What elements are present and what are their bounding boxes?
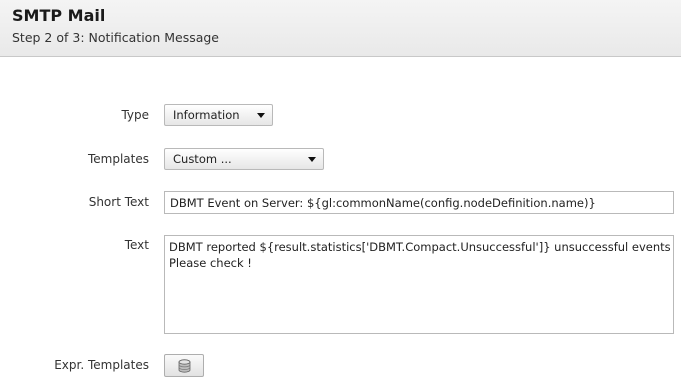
chevron-down-icon <box>257 113 265 118</box>
templates-select-value: Custom ... <box>173 152 232 166</box>
templates-label: Templates <box>87 152 149 166</box>
chevron-down-icon <box>308 157 316 162</box>
text-area-line: DBMT reported ${result.statistics['DBMT.… <box>169 240 671 254</box>
page-title: SMTP Mail <box>12 6 106 25</box>
short-text-label: Short Text <box>88 195 149 209</box>
short-text-field[interactable]: DBMT Event on Server: ${gl:commonName(co… <box>164 191 674 214</box>
type-select-value: Information <box>173 108 240 122</box>
wizard-header: SMTP Mail Step 2 of 3: Notification Mess… <box>0 0 681 57</box>
type-select[interactable]: Information <box>164 104 273 126</box>
text-label: Text <box>124 238 149 252</box>
templates-select[interactable]: Custom ... <box>164 148 324 170</box>
database-icon <box>178 359 191 373</box>
text-area-line: Please check ! <box>169 256 252 270</box>
text-area[interactable]: DBMT reported ${result.statistics['DBMT.… <box>164 235 674 334</box>
expr-templates-label: Expr. Templates <box>54 358 149 372</box>
step-subtitle: Step 2 of 3: Notification Message <box>12 30 220 45</box>
expr-templates-button[interactable] <box>164 354 204 377</box>
type-label: Type <box>121 108 149 122</box>
